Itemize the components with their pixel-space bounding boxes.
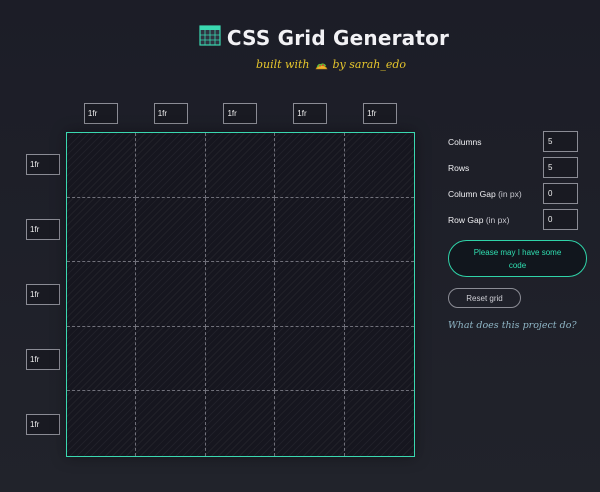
row-gap-label-text: Row Gap	[448, 214, 484, 225]
grid-cell[interactable]	[136, 133, 206, 198]
columns-input[interactable]	[543, 131, 578, 152]
grid-cell[interactable]	[275, 262, 345, 327]
row-5-size-input[interactable]	[26, 414, 60, 435]
grid-cell[interactable]	[344, 327, 414, 392]
grid-cell[interactable]	[344, 262, 414, 327]
grid-cell[interactable]	[136, 326, 206, 392]
taco-icon	[315, 59, 328, 70]
page-title: CSS Grid Generator	[226, 25, 450, 50]
rows-label: Rows	[448, 162, 470, 173]
columns-label: Columns	[448, 136, 482, 147]
grid-cell[interactable]	[344, 133, 414, 198]
grid-cell[interactable]	[67, 262, 137, 327]
column-5-size-input[interactable]	[363, 103, 398, 124]
row-size-cell	[26, 392, 60, 457]
column-size-cell	[275, 103, 345, 124]
subtitle-prefix: built with	[255, 58, 310, 71]
row-size-cell	[26, 132, 60, 197]
row-gap-control: Row Gap (in px)	[448, 209, 590, 230]
grid-cell[interactable]	[344, 198, 414, 263]
grid-cell[interactable]	[275, 197, 345, 263]
header: CSS Grid Generator built with by sarah_e…	[0, 24, 600, 71]
row-size-inputs	[26, 132, 60, 457]
column-4-size-input[interactable]	[293, 103, 328, 124]
grid-cell[interactable]	[205, 326, 276, 392]
row-3-size-input[interactable]	[26, 284, 60, 305]
row-2-size-input[interactable]	[26, 219, 60, 240]
column-gap-unit: (in px)	[498, 188, 522, 199]
grid-controls: Columns Rows Column Gap (in px) Row Gap …	[448, 131, 590, 331]
column-gap-label: Column Gap (in px)	[448, 189, 522, 199]
grid-cell[interactable]	[67, 133, 137, 198]
grid-cell[interactable]	[275, 133, 345, 198]
grid-cell[interactable]	[205, 262, 276, 327]
grid-cell[interactable]	[67, 197, 137, 263]
grid-cell[interactable]	[275, 391, 345, 456]
column-size-cell	[206, 103, 276, 124]
row-gap-label: Row Gap (in px)	[448, 215, 509, 225]
grid-canvas[interactable]	[66, 132, 415, 457]
grid-cell[interactable]	[67, 391, 137, 456]
grid-cell[interactable]	[206, 391, 276, 456]
grid-cell[interactable]	[205, 133, 276, 198]
rows-input[interactable]	[543, 157, 578, 178]
column-size-cell	[66, 103, 136, 124]
column-2-size-input[interactable]	[153, 103, 188, 124]
row-gap-unit: (in px)	[485, 214, 510, 225]
column-size-inputs	[66, 103, 415, 124]
grid-cell[interactable]	[136, 391, 206, 456]
column-gap-control: Column Gap (in px)	[448, 183, 590, 204]
about-project-link[interactable]: What does this project do?	[448, 320, 590, 331]
grid-cell[interactable]	[136, 197, 206, 263]
rows-control: Rows	[448, 157, 590, 178]
row-size-cell	[26, 197, 60, 262]
column-1-size-input[interactable]	[83, 103, 118, 124]
grid-cell[interactable]	[275, 326, 345, 392]
columns-control: Columns	[448, 131, 590, 152]
column-size-cell	[345, 103, 415, 124]
column-size-cell	[136, 103, 206, 124]
subtitle-author: by sarah_edo	[332, 58, 407, 71]
grid-cell[interactable]	[345, 391, 414, 456]
get-code-button[interactable]: Please may I have some code	[448, 240, 587, 277]
grid-cell[interactable]	[205, 197, 276, 263]
column-gap-label-text: Column Gap	[448, 188, 496, 199]
reset-grid-button[interactable]: Reset grid	[448, 288, 521, 308]
column-gap-input[interactable]	[543, 183, 578, 204]
row-gap-input[interactable]	[543, 209, 578, 230]
title-row: CSS Grid Generator	[48, 24, 600, 51]
subtitle: built with by sarah_edo	[62, 58, 600, 71]
row-size-cell	[26, 262, 60, 327]
grid-cell[interactable]	[136, 262, 206, 327]
grid-icon	[199, 24, 221, 51]
column-3-size-input[interactable]	[223, 103, 258, 124]
row-1-size-input[interactable]	[26, 154, 60, 175]
row-size-cell	[26, 327, 60, 392]
row-4-size-input[interactable]	[26, 349, 60, 370]
grid-cell[interactable]	[67, 326, 137, 392]
